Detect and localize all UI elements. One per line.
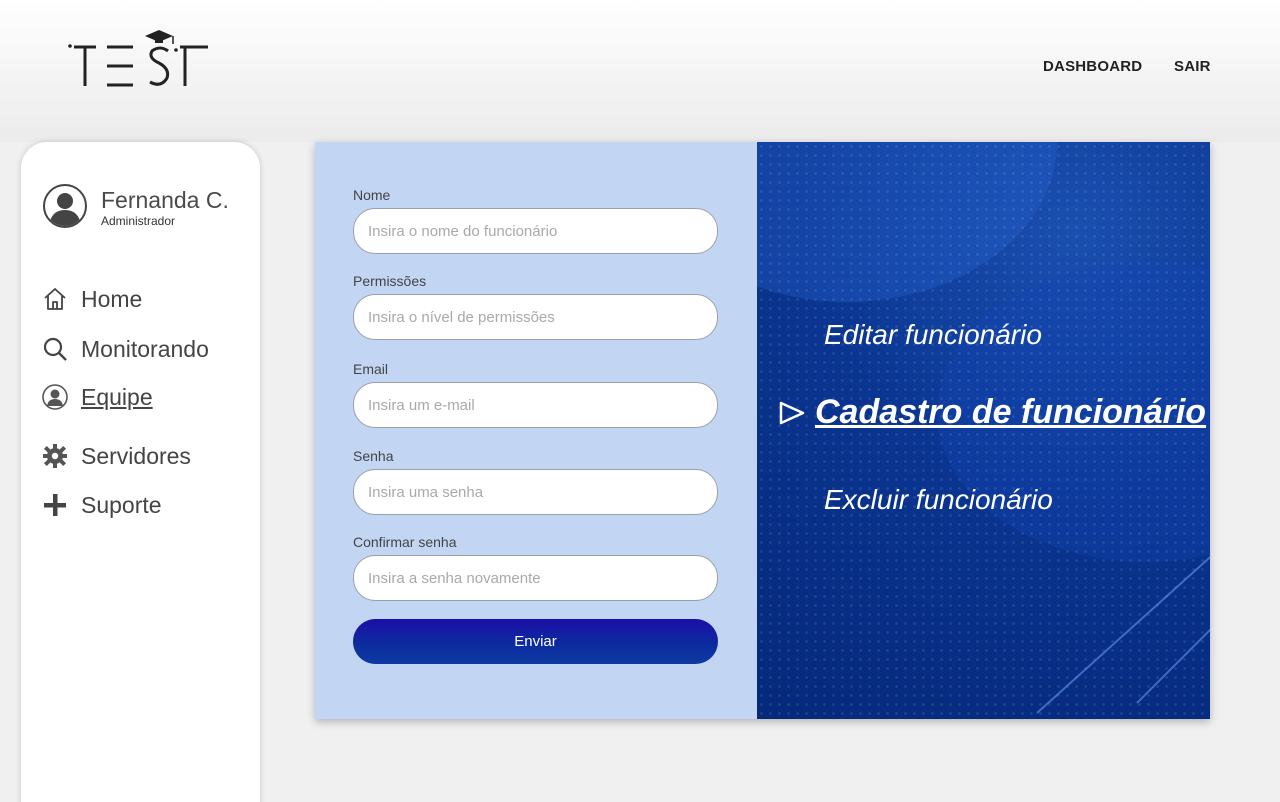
delete-employee-link[interactable]: Excluir funcionário	[824, 484, 1053, 516]
email-field[interactable]	[353, 382, 718, 428]
employee-card: Nome Permissões Email Senha Confirmar se…	[315, 142, 1210, 719]
top-header: DASHBOARD SAIR	[0, 0, 1280, 142]
nome-label: Nome	[353, 187, 391, 203]
avatar	[43, 184, 87, 228]
logo-mark	[68, 30, 208, 87]
sidebar-item-label: Servidores	[81, 442, 191, 469]
nome-field[interactable]	[353, 208, 718, 254]
sidebar-item-monitorando[interactable]: Monitorando	[41, 335, 209, 363]
nav-dashboard-link[interactable]: DASHBOARD	[1043, 58, 1142, 75]
sidebar: Fernanda C. Administrador Home Monitoran…	[21, 142, 260, 802]
user-avatar-icon	[49, 193, 81, 226]
employee-form: Nome Permissões Email Senha Confirmar se…	[315, 142, 757, 719]
senha-field[interactable]	[353, 469, 718, 515]
confirmar-senha-field[interactable]	[353, 555, 718, 601]
create-employee-label: Cadastro de funcionário	[815, 393, 1207, 431]
permissoes-label: Permissões	[353, 273, 427, 289]
sidebar-item-home[interactable]: Home	[41, 285, 142, 313]
create-employee-link[interactable]: Cadastro de funcionário	[777, 393, 1206, 432]
sidebar-item-label: Monitorando	[81, 335, 209, 362]
nav-logout-link[interactable]: SAIR	[1174, 58, 1211, 75]
user-profile: Fernanda C. Administrador	[43, 184, 229, 229]
user-icon	[41, 383, 69, 411]
senha-label: Senha	[353, 448, 394, 464]
sidebar-item-label: Equipe	[81, 383, 153, 410]
permissoes-field[interactable]	[353, 294, 718, 340]
sidebar-item-equipe[interactable]: Equipe	[41, 383, 153, 411]
email-label: Email	[353, 361, 389, 377]
home-icon	[41, 285, 69, 313]
sidebar-item-servidores[interactable]: Servidores	[41, 442, 191, 470]
edit-employee-link[interactable]: Editar funcionário	[824, 319, 1042, 351]
gear-icon	[41, 442, 69, 470]
confirmar-senha-label: Confirmar senha	[353, 534, 457, 550]
plus-icon	[41, 491, 69, 519]
user-role: Administrador	[101, 214, 176, 228]
search-icon	[41, 335, 69, 363]
test-logo[interactable]	[62, 22, 222, 94]
sidebar-item-suporte[interactable]: Suporte	[41, 491, 162, 519]
sidebar-item-label: Suporte	[81, 491, 162, 518]
user-name: Fernanda C.	[101, 187, 229, 213]
play-arrow-icon	[779, 401, 805, 424]
sidebar-item-label: Home	[81, 285, 143, 312]
actions-panel: Editar funcionário Cadastro de funcionár…	[757, 142, 1210, 719]
submit-button[interactable]: Enviar	[353, 619, 718, 664]
